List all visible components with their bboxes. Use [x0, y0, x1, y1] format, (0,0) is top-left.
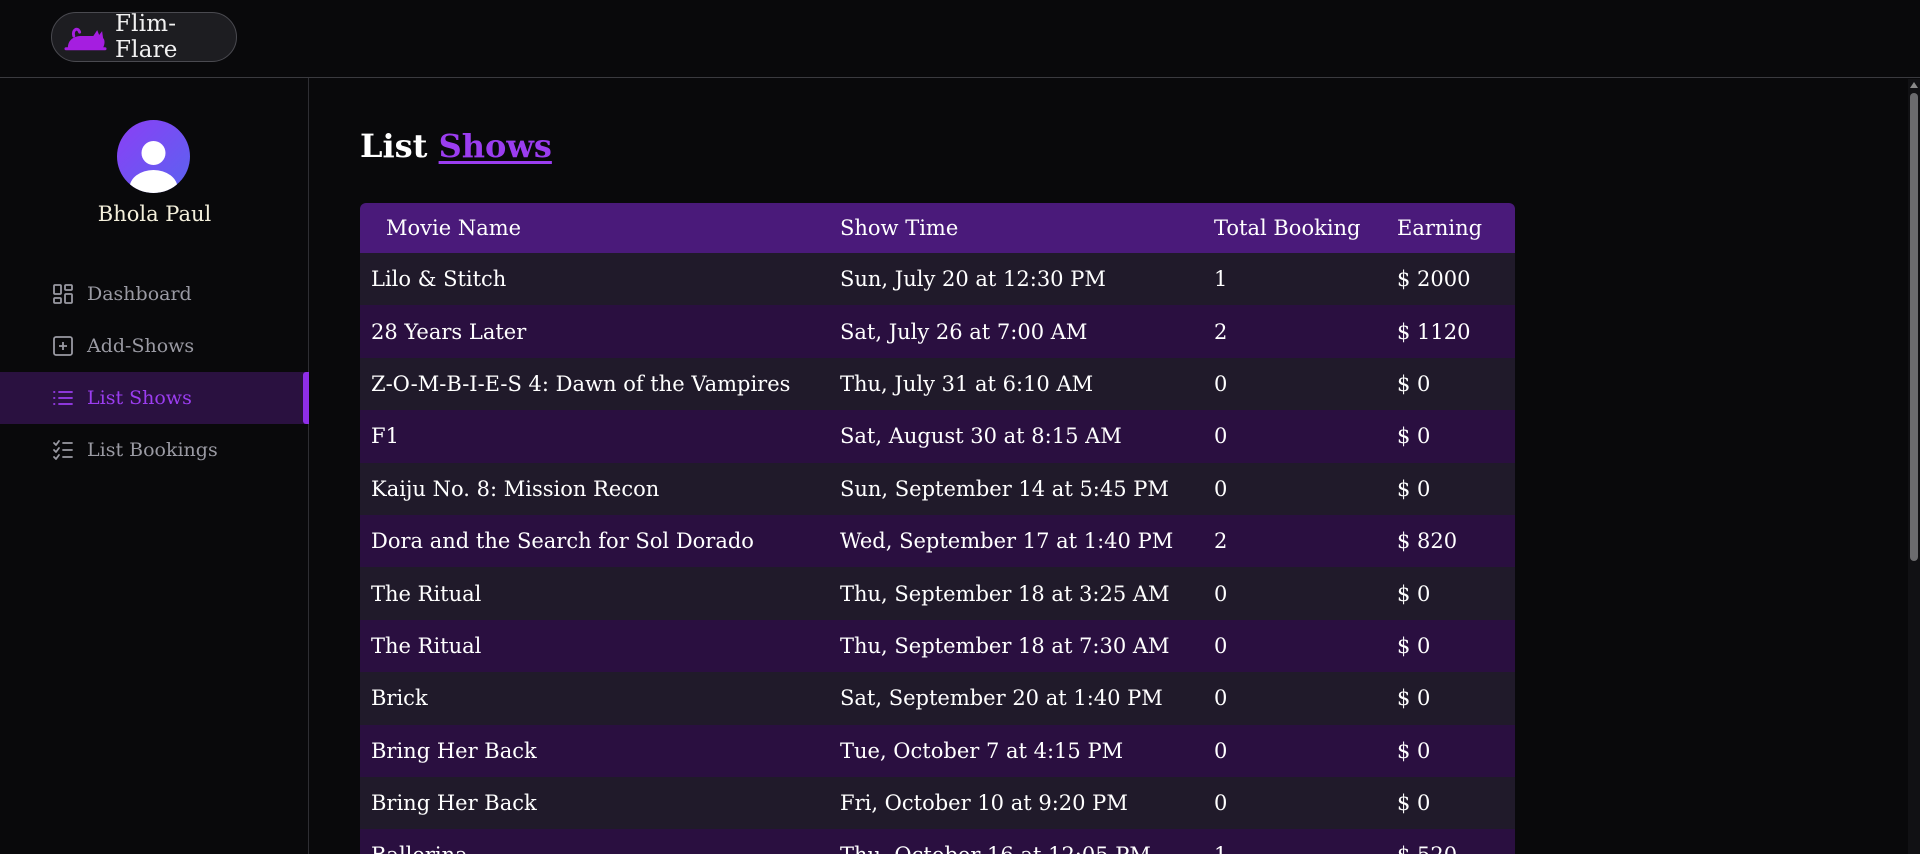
- sidebar-item-label: List Shows: [87, 387, 192, 409]
- sidebar-item-label: Dashboard: [87, 283, 192, 305]
- cell-total-booking: 2: [1214, 529, 1228, 554]
- cell-earning: $ 0: [1397, 633, 1431, 658]
- cell-show-time: Thu, October 16 at 12:05 PM: [840, 843, 1214, 854]
- cell-movie-name: Z-O-M-B-I-E-S 4: Dawn of the Vampires: [371, 371, 791, 396]
- cell-show-time: Tue, October 7 at 4:15 PM: [840, 738, 1124, 763]
- cell-show-time: Sun, September 14 at 5:45 PM: [840, 476, 1169, 501]
- cell-show-time: Thu, July 31 at 6:10 AM: [840, 371, 1094, 396]
- cell-earning: $ 520: [1397, 843, 1515, 854]
- cat-icon: [64, 27, 107, 51]
- table-body: Lilo & Stitch Sun, July 20 at 12:30 PM 1 $ …: [360, 253, 1515, 854]
- table-row: Brick Sat, September 20 at 1:40 PM 0 $ 0: [360, 672, 1515, 725]
- cell-show-time: Fri, October 10 at 9:20 PM: [840, 791, 1128, 816]
- cell-total-booking: 0: [1214, 633, 1228, 658]
- cell-total-booking: 0: [1214, 581, 1228, 606]
- cell-total-booking: 0: [1214, 476, 1228, 501]
- cell-total-booking: 1: [1214, 267, 1228, 292]
- app-logo[interactable]: Flim-Flare: [51, 11, 237, 63]
- cell-movie-name: The Ritual: [371, 633, 482, 658]
- table-row: Bring Her Back Fri, October 10 at 9:20 PM…: [360, 776, 1515, 830]
- cell-movie-name: 28 Years Later: [371, 319, 527, 344]
- column-header-earning: Earning: [1397, 216, 1483, 240]
- cell-show-time: Thu, September 18 at 3:25 AM: [840, 581, 1170, 606]
- cell-total-booking: 0: [1214, 791, 1228, 816]
- cell-movie-name: Lilo & Stitch: [371, 267, 507, 292]
- page-title-accent: Shows: [438, 127, 552, 165]
- sidebar-item-add-shows[interactable]: Add-Shows: [0, 320, 309, 372]
- cell-movie-name: Brick: [371, 686, 428, 711]
- cell-movie-name: Kaiju No. 8: Mission Recon: [371, 476, 660, 501]
- sidebar-nav: Dashboard Add-Shows List Shows List Book…: [0, 268, 309, 476]
- table-row: Kaiju No. 8: Mission Recon Sun, September…: [360, 462, 1515, 515]
- table-row: F1 Sat, August 30 at 8:15 AM 0 $ 0: [360, 410, 1515, 463]
- cell-total-booking: 0: [1214, 686, 1228, 711]
- cell-total-booking: 0: [1214, 738, 1228, 763]
- table-row: BallerinaThu, October 16 at 12:05 PM1$ 5…: [360, 829, 1515, 854]
- sidebar-item-list-shows[interactable]: List Shows: [0, 372, 309, 424]
- cell-movie-name: Ballerina: [360, 843, 840, 854]
- main-content: List Shows Movie Name Show Time Total Bo…: [310, 79, 1908, 854]
- column-header-total-booking: Total Booking: [1214, 216, 1361, 240]
- cell-total-booking: 1: [1214, 843, 1397, 854]
- table-row: Lilo & Stitch Sun, July 20 at 12:30 PM 1 $ …: [360, 253, 1515, 306]
- table-row: 28 Years Later Sat, July 26 at 7:00 AM 2 $ …: [360, 305, 1515, 358]
- sidebar-item-list-bookings[interactable]: List Bookings: [0, 424, 309, 476]
- cell-earning: $ 820: [1397, 529, 1458, 554]
- cell-earning: $ 2000: [1397, 267, 1471, 292]
- cell-movie-name: The Ritual: [371, 581, 482, 606]
- page-scrollbar[interactable]: [1908, 79, 1920, 854]
- cell-movie-name: F1: [371, 424, 399, 449]
- cell-movie-name: Dora and the Search for Sol Dorado: [371, 529, 754, 554]
- table-row: Dora and the Search for Sol Dorado Wed, S…: [360, 514, 1515, 568]
- cell-show-time: Sat, July 26 at 7:00 AM: [840, 319, 1088, 344]
- column-header-movie-name: Movie Name: [386, 216, 522, 240]
- cell-show-time: Sat, August 30 at 8:15 AM: [840, 424, 1122, 449]
- cell-earning: $ 0: [1397, 581, 1431, 606]
- cell-earning: $ 0: [1397, 424, 1431, 449]
- user-avatar-icon[interactable]: [117, 120, 190, 193]
- cell-show-time: Sun, July 20 at 12:30 PM: [840, 267, 1106, 292]
- table-row: Z-O-M-B-I-E-S 4: Dawn of the Vampires Thu…: [360, 357, 1515, 411]
- cell-total-booking: 2: [1214, 319, 1228, 344]
- table-row: The Ritual Thu, September 18 at 7:30 AM 0 $…: [360, 619, 1515, 673]
- dashboard-grid-icon: [53, 284, 73, 304]
- app-name: Flim-Flare: [114, 11, 178, 63]
- checklist-icon: [53, 440, 73, 460]
- sidebar: Bhola Paul Dashboard Add-Shows List Show…: [0, 78, 309, 854]
- top-header: Flim-Flare: [0, 0, 1920, 78]
- cell-total-booking: 0: [1214, 424, 1228, 449]
- plus-square-icon: [53, 336, 73, 356]
- sidebar-item-dashboard[interactable]: Dashboard: [0, 268, 309, 320]
- shows-table: Movie Name Show Time Total Booking Earni…: [360, 203, 1515, 854]
- cell-earning: $ 0: [1397, 371, 1431, 396]
- cell-movie-name: Bring Her Back: [371, 738, 537, 763]
- cell-total-booking: 0: [1214, 371, 1228, 396]
- sidebar-item-label: List Bookings: [87, 439, 218, 461]
- cell-earning: $ 0: [1397, 791, 1431, 816]
- page-title-prefix: List: [360, 127, 428, 165]
- cell-earning: $ 1120: [1397, 319, 1471, 344]
- cell-earning: $ 0: [1397, 476, 1431, 501]
- cell-show-time: Thu, September 18 at 7:30 AM: [840, 633, 1170, 658]
- column-header-show-time: Show Time: [840, 216, 959, 240]
- table-row: Bring Her Back Tue, October 7 at 4:15 PM 0…: [360, 724, 1515, 777]
- cell-show-time: Wed, September 17 at 1:40 PM: [840, 529, 1174, 554]
- cell-movie-name: Bring Her Back: [371, 791, 537, 816]
- cell-earning: $ 0: [1397, 686, 1431, 711]
- scroll-up-arrow-icon[interactable]: [1910, 82, 1918, 88]
- cell-show-time: Sat, September 20 at 1:40 PM: [840, 686, 1163, 711]
- scrollbar-thumb[interactable]: [1910, 93, 1918, 561]
- page-title: List Shows: [360, 127, 552, 165]
- cell-earning: $ 0: [1397, 738, 1431, 763]
- user-name: Bhola Paul: [97, 202, 212, 226]
- table-header-row: Movie Name Show Time Total Booking Earni…: [360, 203, 1515, 253]
- table-row: The Ritual Thu, September 18 at 3:25 AM 0 $…: [360, 567, 1515, 620]
- sidebar-item-label: Add-Shows: [87, 335, 195, 357]
- list-icon: [53, 391, 73, 405]
